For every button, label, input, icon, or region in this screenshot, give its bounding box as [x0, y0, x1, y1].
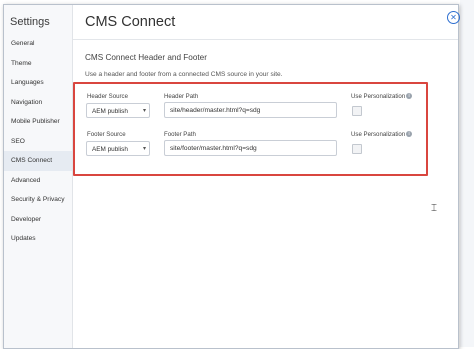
- sidebar-item-mobile-publisher[interactable]: Mobile Publisher: [4, 112, 72, 132]
- sidebar-item-advanced[interactable]: Advanced: [4, 171, 72, 191]
- sidebar-item-theme[interactable]: Theme: [4, 54, 72, 74]
- sidebar-item-seo[interactable]: SEO: [4, 132, 72, 152]
- header-path-input[interactable]: site/header/master.html?q=sdg: [164, 102, 337, 118]
- header-source-value: AEM publish: [92, 108, 128, 115]
- sidebar-item-updates[interactable]: Updates: [4, 229, 72, 249]
- sidebar-item-languages[interactable]: Languages: [4, 73, 72, 93]
- footer-path-input[interactable]: site/footer/master.html?q=sdg: [164, 140, 337, 156]
- header-personalization-label: Use Personalization: [351, 93, 406, 100]
- footer-personalization-label: Use Personalization: [351, 131, 406, 138]
- settings-main: CMS Connect ✕ CMS Connect Header and Foo…: [73, 5, 460, 348]
- page-title: CMS Connect: [85, 14, 176, 30]
- footer-personalization-checkbox[interactable]: [352, 144, 362, 154]
- header-path-label: Header Path: [164, 93, 199, 100]
- info-icon[interactable]: i: [406, 131, 412, 137]
- sidebar-item-developer[interactable]: Developer: [4, 210, 72, 230]
- footer-source-value: AEM publish: [92, 146, 128, 153]
- footer-source-select[interactable]: AEM publish ▾: [86, 141, 150, 156]
- close-icon[interactable]: ✕: [447, 11, 460, 24]
- settings-modal: Settings General Theme Languages Navigat…: [3, 4, 460, 349]
- header-divider: [73, 39, 458, 40]
- sidebar-item-security-privacy[interactable]: Security & Privacy: [4, 190, 72, 210]
- sidebar-title: Settings: [10, 16, 50, 28]
- sidebar-item-cms-connect[interactable]: CMS Connect: [4, 151, 72, 171]
- chevron-down-icon: ▾: [142, 146, 146, 152]
- settings-sidebar: Settings General Theme Languages Navigat…: [4, 5, 73, 348]
- chevron-down-icon: ▾: [142, 108, 146, 114]
- section-title: CMS Connect Header and Footer: [85, 53, 207, 62]
- mouse-cursor-icon: ⌶: [431, 203, 437, 214]
- footer-path-label: Footer Path: [164, 131, 196, 138]
- sidebar-items: General Theme Languages Navigation Mobil…: [4, 34, 72, 249]
- footer-source-label: Footer Source: [87, 131, 126, 138]
- background-right-panel: [460, 0, 474, 347]
- sidebar-item-general[interactable]: General: [4, 34, 72, 54]
- info-icon[interactable]: i: [406, 93, 412, 99]
- header-source-label: Header Source: [87, 93, 128, 100]
- sidebar-item-navigation[interactable]: Navigation: [4, 93, 72, 113]
- header-source-select[interactable]: AEM publish ▾: [86, 103, 150, 118]
- header-personalization-checkbox[interactable]: [352, 106, 362, 116]
- section-description: Use a header and footer from a connected…: [85, 71, 283, 78]
